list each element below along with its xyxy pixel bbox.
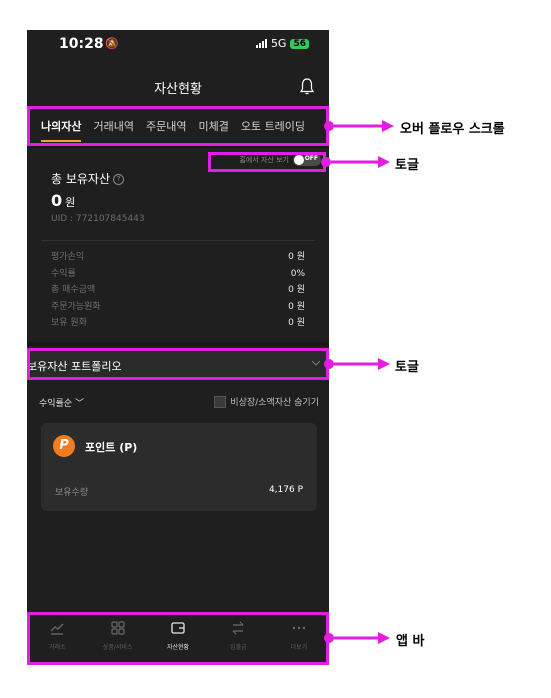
sort-dropdown[interactable]: 수익률순 ﹀	[39, 396, 84, 409]
stat-label: 수익률	[51, 268, 76, 279]
stat-row: 보유 원화 0 원	[51, 315, 305, 332]
sort-label: 수익률순	[39, 399, 73, 409]
asset-stats: 평가손익 0 원 수익률 0% 총 매수금액 0 원 주문가능원화 0 원 보유 원화 0…	[51, 249, 305, 332]
stat-value: 0 원	[288, 285, 305, 295]
status-right: 5G 56	[255, 37, 309, 50]
stat-value: 0 원	[288, 318, 305, 328]
total-assets-label: 총 보유자산?	[51, 170, 125, 187]
status-bar: 10:28 🔕 5G 56	[27, 30, 329, 58]
annotation-app-bar: 앱 바	[396, 634, 425, 649]
arrow-toggle2	[324, 358, 390, 370]
holding-name: 포인트 (P)	[85, 441, 138, 454]
stat-value: 0%	[290, 268, 305, 279]
hide-small-assets-option[interactable]: 비상장/소액자산 숨기기	[214, 395, 319, 408]
silent-mode-icon: 🔕	[105, 37, 119, 50]
toggle-highlight	[208, 152, 326, 172]
chevron-down-icon: ﹀	[75, 399, 85, 409]
stat-label: 주문가능원화	[51, 301, 101, 312]
overflow-scroll-highlight	[27, 106, 329, 146]
total-assets-unit: 원	[65, 196, 76, 209]
user-uid: UID : 772107845443	[51, 214, 145, 224]
signal-icon	[255, 39, 267, 48]
page-title: 자산현황	[154, 82, 202, 97]
holding-qty-label: 보유수량	[55, 488, 89, 498]
stat-value: 0 원	[288, 301, 305, 312]
notification-bell-icon[interactable]	[299, 78, 315, 96]
stat-row: 주문가능원화 0 원	[51, 299, 305, 316]
stat-row: 평가손익 0 원	[51, 249, 305, 266]
network-label: 5G	[270, 37, 287, 50]
hide-small-assets-label: 비상장/소액자산 숨기기	[230, 398, 319, 408]
divider	[41, 240, 315, 241]
arrow-overflow	[324, 120, 394, 132]
holding-card[interactable]: P 포인트 (P) 보유수량 4,176 P	[41, 423, 317, 511]
total-assets-number: 0	[51, 191, 63, 210]
arrow-toggle1	[321, 156, 390, 168]
annotation-toggle: 토글	[395, 360, 419, 375]
portfolio-toggle-highlight	[27, 348, 329, 380]
stat-row: 총 매수금액 0 원	[51, 282, 305, 299]
stat-label: 평가손익	[51, 252, 85, 262]
arrow-appbar	[324, 632, 390, 644]
hide-small-assets-checkbox[interactable]	[214, 395, 227, 408]
page-header: 자산현황	[27, 74, 329, 100]
stat-label: 보유 원화	[51, 318, 87, 328]
point-icon: P	[53, 435, 75, 457]
annotation-toggle: 토글	[395, 158, 419, 173]
app-bar-highlight	[27, 612, 329, 665]
total-assets-value: 0원	[51, 191, 75, 210]
status-time: 10:28	[59, 36, 104, 52]
stat-value: 0 원	[288, 252, 305, 262]
holding-qty-value: 4,176 P	[268, 485, 303, 495]
battery-icon: 56	[290, 38, 309, 49]
section-separator	[27, 342, 329, 346]
stat-label: 총 매수금액	[51, 285, 96, 295]
annotation-overflow-scroll: 오버 플로우 스크롤	[400, 122, 505, 137]
help-icon[interactable]: ?	[113, 174, 125, 185]
total-assets-title: 총 보유자산	[51, 172, 111, 186]
stat-row: 수익률 0%	[51, 266, 305, 283]
